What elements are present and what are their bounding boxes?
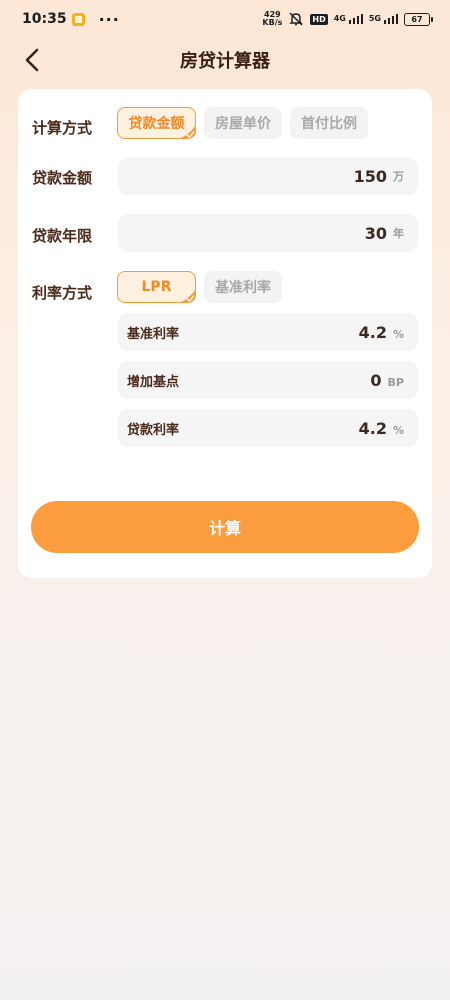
loan-term-input[interactable]: 30 年 bbox=[118, 214, 418, 252]
loan-amount-label: 贷款金额 bbox=[32, 169, 93, 187]
rate-method-option-base-rate[interactable]: 基准利率 bbox=[204, 271, 282, 303]
signal-5g-icon: 5G bbox=[369, 14, 398, 24]
status-icons: 429 KB/s HD 4G 5G 67 bbox=[262, 11, 433, 27]
loan-term-value: 30 bbox=[364, 223, 387, 243]
calc-method-option-down-payment[interactable]: 首付比例 bbox=[290, 107, 368, 139]
selected-check-icon bbox=[181, 290, 195, 302]
loan-rate-row[interactable]: 贷款利率 4.2 % bbox=[118, 409, 418, 447]
loan-amount-value: 150 bbox=[353, 166, 387, 186]
loan-rate-value: 4.2 bbox=[358, 418, 387, 438]
basis-points-unit: BP bbox=[387, 375, 404, 389]
notification-app-icon bbox=[71, 12, 85, 26]
base-rate-row[interactable]: 基准利率 4.2 % bbox=[118, 313, 418, 351]
chip-label: LPR bbox=[141, 279, 172, 295]
loan-rate-unit: % bbox=[392, 423, 404, 437]
status-time: 10:35 bbox=[22, 11, 67, 27]
chip-label: 贷款金额 bbox=[128, 116, 185, 132]
signal-5g-label: 5G bbox=[368, 14, 381, 23]
base-rate-value-wrap: 4.2 % bbox=[359, 323, 404, 342]
loan-term-label: 贷款年限 bbox=[32, 227, 93, 245]
base-rate-value: 4.2 bbox=[358, 322, 387, 342]
chevron-left-icon bbox=[25, 48, 39, 72]
basis-points-value-wrap: 0 BP bbox=[370, 371, 404, 390]
calc-method-option-unit-price[interactable]: 房屋单价 bbox=[204, 107, 282, 139]
calc-method-option-loan-amount[interactable]: 贷款金额 bbox=[117, 107, 196, 139]
basis-points-row[interactable]: 增加基点 0 BP bbox=[118, 361, 418, 399]
loan-rate-value-wrap: 4.2 % bbox=[359, 419, 404, 438]
loan-amount-input[interactable]: 150 万 bbox=[118, 157, 418, 195]
status-bar: 10:35 ··· 429 KB/s HD 4G 5G 67 bbox=[0, 0, 450, 38]
chip-label: 首付比例 bbox=[301, 116, 357, 132]
battery-icon: 67 bbox=[404, 12, 433, 26]
net-speed-unit: KB/s bbox=[262, 18, 283, 27]
base-rate-unit: % bbox=[392, 327, 404, 341]
chip-label: 基准利率 bbox=[215, 280, 271, 296]
base-rate-label: 基准利率 bbox=[127, 326, 180, 342]
signal-4g-icon: 4G bbox=[334, 14, 363, 24]
loan-amount-unit: 万 bbox=[393, 170, 404, 183]
hd-badge: HD bbox=[310, 13, 328, 25]
calculator-card: 计算方式 贷款金额 房屋单价 首付比例 贷款金额 150 万 贷款年限 30 年… bbox=[18, 89, 432, 578]
page-title: 房贷计算器 bbox=[180, 51, 270, 72]
rate-method-option-lpr[interactable]: LPR bbox=[117, 271, 196, 303]
calc-method-label: 计算方式 bbox=[32, 119, 93, 137]
mute-bell-icon bbox=[289, 12, 304, 26]
signal-4g-label: 4G bbox=[333, 14, 346, 23]
loan-term-unit: 年 bbox=[393, 227, 404, 240]
more-notifications-icon: ··· bbox=[98, 9, 120, 29]
back-button[interactable] bbox=[18, 46, 46, 74]
basis-points-label: 增加基点 bbox=[127, 374, 180, 390]
nav-bar: 房贷计算器 bbox=[0, 38, 450, 82]
loan-rate-label: 贷款利率 bbox=[127, 422, 180, 438]
chip-label: 房屋单价 bbox=[215, 116, 271, 132]
selected-check-icon bbox=[181, 126, 195, 138]
rate-method-label: 利率方式 bbox=[32, 284, 93, 302]
battery-level: 67 bbox=[411, 14, 423, 24]
calculate-button[interactable]: 计算 bbox=[31, 501, 419, 553]
net-speed: 429 KB/s bbox=[262, 11, 282, 27]
basis-points-value: 0 bbox=[370, 370, 382, 390]
